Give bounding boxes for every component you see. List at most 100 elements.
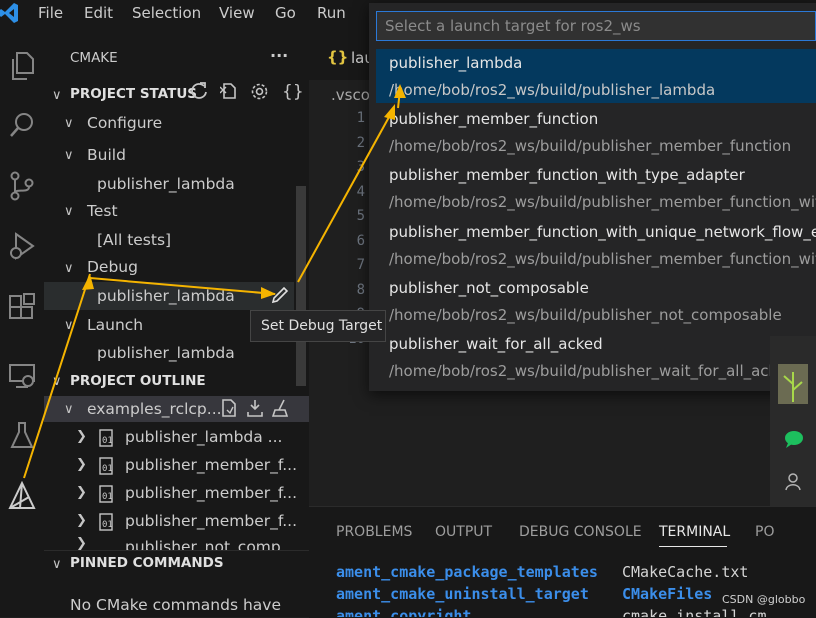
json-braces-icon[interactable]: {} [282,82,304,102]
chevron-right-icon[interactable]: ❯ [76,513,87,528]
quick-pick-item[interactable]: publisher_member_function /home/bob/ros2… [376,106,816,160]
outline-item[interactable]: ❯ 01 publisher_member_f... [44,508,309,536]
delete-cache-icon[interactable] [219,82,238,105]
bamboo-thumbnail[interactable] [778,364,808,404]
tab-terminal[interactable]: TERMINAL [659,524,730,540]
tree-debug-target[interactable]: publisher_lambda [97,287,235,305]
quick-pick-item-title: publisher_member_function_with_type_adap… [389,166,745,184]
chevron-down-icon[interactable]: ∨ [64,204,74,219]
quick-pick-item-desc: /home/bob/ros2_ws/build/publisher_wait_f… [389,362,778,380]
quick-pick-placeholder: Select a launch target for ros2_ws [385,17,641,35]
executable-icon: 01 [98,428,114,452]
testing-flask-icon[interactable] [0,416,44,456]
pinned-divider [44,550,309,551]
tree-debug[interactable]: Debug [87,258,138,276]
explorer-icon[interactable] [0,46,44,86]
menu-file[interactable]: File [38,4,63,22]
chevron-right-icon[interactable]: ❯ [76,457,87,472]
tree-configure[interactable]: Configure [87,114,162,132]
project-outline-header[interactable]: PROJECT OUTLINE [70,373,206,389]
tooltip: Set Debug Target [250,310,386,342]
tab-debug-console[interactable]: DEBUG CONSOLE [519,524,642,540]
chevron-right-icon[interactable]: ❯ [76,429,87,444]
build-all-icon[interactable] [246,398,264,422]
tree-launch[interactable]: Launch [87,316,143,334]
user-icon[interactable] [785,472,805,496]
gear-icon[interactable] [250,82,269,106]
chevron-down-icon[interactable]: ∨ [64,318,74,333]
chevron-right-icon[interactable]: ❯ [76,536,87,550]
quick-pick-item-title: publisher_lambda [389,54,523,72]
outline-item[interactable]: ❯ 01 publisher_member_f... [44,480,309,508]
quick-pick-item[interactable]: publisher_not_composable /home/bob/ros2_… [376,275,816,329]
tree-launch-target[interactable]: publisher_lambda [97,344,235,362]
vscode-logo-icon[interactable] [0,2,18,24]
line-number: 8 [356,281,365,298]
executable-icon: 01 [98,456,114,480]
chevron-down-icon[interactable]: ∨ [64,261,74,276]
line-number: 4 [356,183,365,200]
run-debug-icon[interactable] [0,226,44,266]
quick-pick-item-selected[interactable]: publisher_lambda /home/bob/ros2_ws/build… [376,49,816,103]
tab-ports[interactable]: PO [755,524,774,540]
tree-test-target[interactable]: [All tests] [97,231,171,249]
tab-output[interactable]: OUTPUT [435,524,492,540]
terminal-line: CMakeFiles [622,585,713,603]
line-number: 1 [356,110,365,126]
chevron-down-icon[interactable]: ∨ [64,116,74,131]
extensions-icon[interactable] [0,288,44,328]
outline-item[interactable]: ❯ 01 publisher_member_f... [44,452,309,480]
outline-item-label: publisher_lambda ... [125,428,283,446]
chevron-down-icon[interactable]: ∨ [64,148,74,163]
quick-pick-item[interactable]: publisher_wait_for_all_acked /home/bob/r… [376,331,816,385]
quick-pick-item-desc: /home/bob/ros2_ws/build/publisher_member… [389,137,792,155]
quick-pick-item[interactable]: publisher_member_function_with_type_adap… [376,162,816,216]
chat-bubble-icon[interactable] [784,430,804,452]
search-icon[interactable] [0,106,44,146]
terminal-line: ament_cmake_package_templates [336,563,598,581]
outline-item[interactable]: ❯ publisher_not_comp... [44,536,309,550]
clean-icon[interactable] [271,398,290,422]
menu-run[interactable]: Run [317,4,346,22]
outline-item-label: publisher_member_f... [125,512,298,530]
pinned-commands-header[interactable]: PINNED COMMANDS [70,555,224,571]
menu-selection[interactable]: Selection [132,4,201,22]
quick-pick-item-desc: /home/bob/ros2_ws/build/publisher_lambda [389,81,716,99]
outline-root[interactable]: examples_rclcp... [87,400,222,418]
tree-test[interactable]: Test [87,202,118,220]
line-number: 5 [356,208,365,224]
chevron-down-icon[interactable]: ∨ [64,402,74,417]
quick-pick-item-title: publisher_member_function_with_unique_ne… [389,223,816,241]
menu-view[interactable]: View [219,4,255,22]
activity-bar [0,26,44,617]
refresh-icon[interactable] [190,82,208,105]
launch-target-quick-pick: Select a launch target for ros2_ws publi… [369,3,816,391]
tree-build[interactable]: Build [87,146,126,164]
terminal-line: cmake_install.cm [622,607,767,617]
quick-pick-input[interactable]: Select a launch target for ros2_ws [376,11,816,41]
chevron-down-icon[interactable]: ∨ [52,88,62,103]
quick-pick-item-title: publisher_not_composable [389,279,589,297]
sidebar-more-icon[interactable]: ··· [270,46,288,65]
outline-item[interactable]: ❯ 01 publisher_lambda ... [44,424,309,452]
chevron-down-icon[interactable]: ∨ [52,557,62,572]
source-control-icon[interactable] [0,166,44,206]
menu-go[interactable]: Go [275,4,296,22]
remote-explorer-icon[interactable] [0,356,44,396]
menu-edit[interactable]: Edit [84,4,113,22]
sidebar-scrollbar[interactable] [296,186,306,386]
breadcrumb[interactable]: .vsco [331,86,370,104]
line-number: 3 [356,159,365,175]
chevron-down-icon[interactable]: ∨ [52,374,62,389]
quick-pick-item[interactable]: publisher_member_function_with_unique_ne… [376,219,816,273]
chevron-right-icon[interactable]: ❯ [76,485,87,500]
edit-pencil-icon[interactable] [270,285,290,309]
project-status-header[interactable]: PROJECT STATUS [70,86,197,102]
watermark: CSDN @globbo [722,593,806,606]
outline-item-label: publisher_not_comp... [125,538,296,550]
open-file-icon[interactable] [220,398,238,422]
tab-problems[interactable]: PROBLEMS [336,524,412,540]
tree-build-target[interactable]: publisher_lambda [97,175,235,193]
cmake-icon[interactable] [0,476,44,516]
bottom-panel: PROBLEMS OUTPUT DEBUG CONSOLE TERMINAL P… [309,506,816,618]
